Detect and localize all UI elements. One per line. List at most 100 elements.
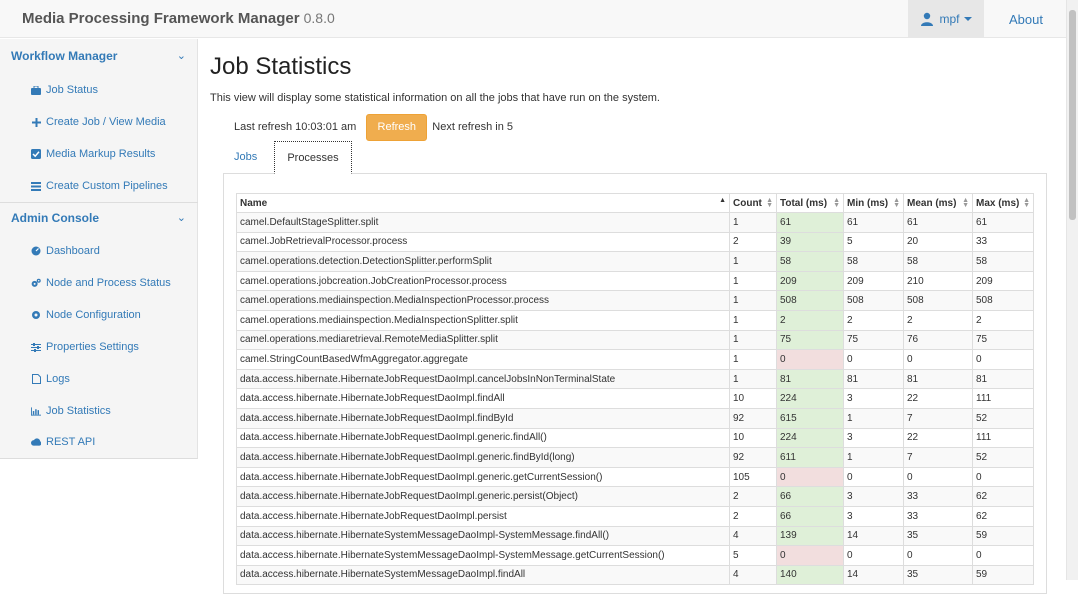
table-cell: 0 — [972, 545, 1034, 566]
table-cell: 2 — [776, 309, 844, 331]
sidebar-item-dashboard[interactable]: Dashboard — [31, 241, 100, 261]
chevron-down-icon: ⌄ — [176, 50, 186, 62]
sidebar-item-label: Properties Settings — [46, 341, 139, 353]
table-row: camel.StringCountBasedWfmAggregator.aggr… — [236, 349, 1034, 370]
table-cell: 508 — [903, 290, 973, 311]
table-cell: 5 — [729, 545, 777, 566]
about-link[interactable]: About — [1009, 12, 1043, 27]
sidebar-item-label: Job Status — [46, 84, 98, 96]
column-header-label: Count — [733, 197, 762, 209]
sort-icon: ▲ ▼ — [1023, 197, 1030, 209]
table-cell: 76 — [903, 329, 973, 351]
sidebar-item-node-process-status[interactable]: Node and Process Status — [31, 273, 171, 293]
table-cell: 105 — [729, 466, 777, 488]
table-cell: 2 — [972, 309, 1034, 331]
page-title: Job Statistics — [210, 53, 352, 80]
table-cell: 62 — [972, 505, 1034, 527]
gear-icon — [31, 310, 41, 320]
table-cell: 111 — [972, 427, 1034, 449]
sidebar-item-label: REST API — [46, 436, 96, 448]
table-cell: 0 — [776, 466, 844, 488]
table-cell: camel.JobRetrievalProcessor.process — [236, 231, 730, 253]
table-cell: 33 — [972, 231, 1034, 253]
table-cell: 14 — [843, 564, 904, 586]
sidebar-item-rest-api[interactable]: REST API — [31, 432, 95, 452]
table-cell: 224 — [776, 427, 844, 449]
table-cell: 52 — [972, 407, 1034, 429]
column-header-label: Name — [240, 197, 268, 209]
table-cell: 5 — [843, 231, 904, 253]
sort-asc-icon: ▲ — [719, 197, 726, 204]
dashboard-icon — [31, 246, 41, 256]
table-row: data.access.hibernate.HibernateJobReques… — [236, 388, 1034, 409]
table-row: camel.operations.detection.DetectionSpli… — [236, 251, 1034, 272]
table-cell: 3 — [843, 486, 904, 507]
table-cell: camel.operations.mediaretrieval.RemoteMe… — [236, 329, 730, 351]
table-cell: 81 — [903, 368, 973, 390]
caret-down-icon — [963, 17, 972, 21]
sidebar-item-job-status[interactable]: Job Status — [31, 80, 98, 100]
app-title[interactable]: Media Processing Framework Manager — [22, 10, 300, 27]
sidebar-item-custom-pipelines[interactable]: Create Custom Pipelines — [31, 176, 168, 196]
user-menu-button[interactable]: mpf — [908, 0, 984, 38]
sidebar-item-label: Job Statistics — [46, 405, 111, 417]
sidebar-item-node-configuration[interactable]: Node Configuration — [31, 305, 141, 325]
table-cell: 35 — [903, 564, 973, 586]
table-cell: 3 — [843, 427, 904, 449]
table-cell: data.access.hibernate.HibernateJobReques… — [236, 466, 730, 488]
table-cell: data.access.hibernate.HibernateJobReques… — [236, 427, 730, 449]
list-icon — [31, 181, 41, 191]
table-cell: 0 — [843, 466, 904, 488]
table-row: data.access.hibernate.HibernateJobReques… — [236, 368, 1034, 390]
app-brand[interactable]: Media Processing Framework Manager 0.8.0 — [22, 10, 335, 27]
table-cell: 39 — [776, 231, 844, 253]
scrollbar-thumb[interactable] — [1069, 10, 1076, 220]
sidebar-item-create-job[interactable]: Create Job / View Media — [31, 112, 166, 132]
tab-jobs[interactable]: Jobs — [223, 141, 268, 174]
table-cell: 22 — [903, 388, 973, 409]
column-header[interactable]: Name ▲ — [236, 193, 730, 213]
app-version: 0.8.0 — [303, 10, 335, 26]
table-cell: data.access.hibernate.HibernateSystemMes… — [236, 525, 730, 547]
column-header[interactable]: Mean (ms) ▲ ▼ — [903, 193, 973, 213]
column-header[interactable]: Count ▲ ▼ — [729, 193, 777, 213]
table-cell: 58 — [776, 251, 844, 272]
table-cell: camel.StringCountBasedWfmAggregator.aggr… — [236, 349, 730, 370]
column-header[interactable]: Max (ms) ▲ ▼ — [972, 193, 1034, 213]
next-refresh-text: Next refresh in 5 — [432, 121, 513, 133]
sidebar-item-logs[interactable]: Logs — [31, 369, 70, 389]
refresh-row: Last refresh 10:03:01 am Refresh Next re… — [234, 113, 513, 141]
table-cell: 52 — [972, 447, 1034, 468]
table-cell: 62 — [972, 486, 1034, 507]
refresh-button[interactable]: Refresh — [366, 113, 428, 141]
sidebar-section-admin-console[interactable]: Admin Console ⌄ — [0, 203, 198, 233]
sidebar-section-workflow-manager[interactable]: Workflow Manager ⌄ — [0, 41, 198, 71]
table-cell: 0 — [972, 466, 1034, 488]
table-cell: camel.operations.detection.DetectionSpli… — [236, 251, 730, 272]
table-cell: 1 — [729, 329, 777, 351]
user-name: mpf — [939, 12, 960, 26]
tab-processes[interactable]: Processes — [274, 141, 352, 174]
checkbox-icon — [31, 149, 41, 159]
sidebar-item-job-statistics[interactable]: Job Statistics — [31, 401, 111, 421]
table-cell: 61 — [903, 212, 973, 233]
table-row: data.access.hibernate.HibernateSystemMes… — [236, 564, 1034, 586]
sidebar-item-properties-settings[interactable]: Properties Settings — [31, 337, 139, 357]
sidebar-item-media-markup[interactable]: Media Markup Results — [31, 144, 155, 164]
column-header-label: Total (ms) — [780, 197, 828, 209]
table-cell: 0 — [776, 349, 844, 370]
table-cell: 1 — [729, 270, 777, 292]
table-cell: 1 — [729, 368, 777, 390]
column-header[interactable]: Total (ms) ▲ ▼ — [776, 193, 844, 213]
table-cell: data.access.hibernate.HibernateJobReques… — [236, 505, 730, 527]
page-scrollbar[interactable] — [1066, 0, 1078, 580]
table-cell: 4 — [729, 564, 777, 586]
table-cell: data.access.hibernate.HibernateJobReques… — [236, 407, 730, 429]
cogs-icon — [31, 278, 41, 288]
table-cell: 7 — [903, 407, 973, 429]
column-header[interactable]: Min (ms) ▲ ▼ — [843, 193, 904, 213]
table-cell: camel.operations.mediainspection.MediaIn… — [236, 290, 730, 311]
section-title: Workflow Manager — [11, 49, 118, 63]
table-cell: 20 — [903, 231, 973, 253]
table-cell: 0 — [972, 349, 1034, 370]
